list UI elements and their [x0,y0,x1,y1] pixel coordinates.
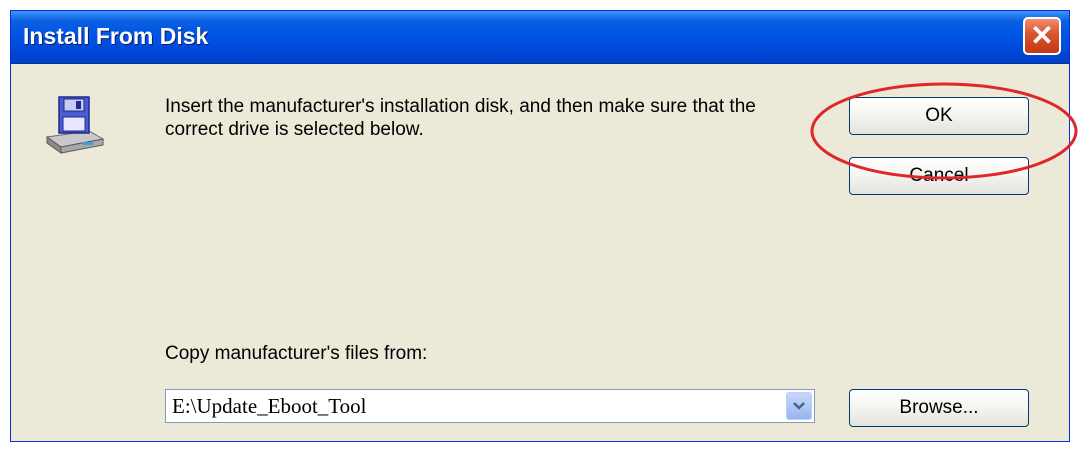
chevron-down-icon [793,402,805,410]
dialog-title: Install From Disk [23,23,209,49]
browse-button[interactable]: Browse... [849,389,1029,427]
path-combobox[interactable]: E:\Update_Eboot_Tool [165,389,815,423]
ok-button[interactable]: OK [849,97,1029,135]
install-from-disk-dialog: Install From Disk ✕ Insert the manufactu… [10,10,1070,442]
close-icon: ✕ [1030,20,1054,51]
title-bar[interactable]: Install From Disk ✕ [11,11,1069,64]
close-button[interactable]: ✕ [1023,17,1061,55]
cancel-button[interactable]: Cancel [849,157,1029,195]
dropdown-button[interactable] [786,392,812,420]
floppy-disk-drive-icon [45,96,105,154]
instructions-text: Insert the manufacturer's installation d… [165,96,756,140]
copy-from-label: Copy manufacturer's files from: [165,343,428,364]
path-value: E:\Update_Eboot_Tool [172,394,367,418]
